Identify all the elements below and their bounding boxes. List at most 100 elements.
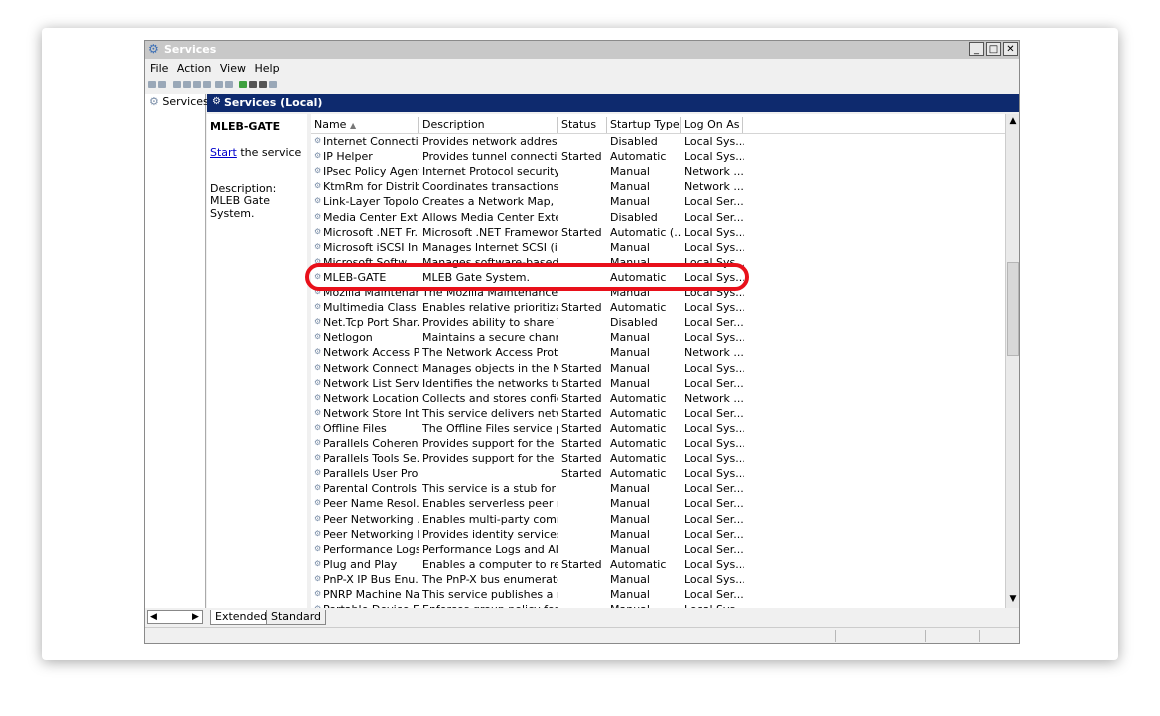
cell-startup-type: Manual bbox=[610, 512, 650, 526]
table-row[interactable]: ⚙ Parallels Coheren... Provides support fo… bbox=[311, 436, 1005, 451]
table-row[interactable]: ⚙Multimedia Class ...Enables relative pr… bbox=[311, 300, 1005, 315]
show-tree-icon[interactable] bbox=[183, 81, 191, 88]
scroll-right-icon[interactable]: ▶ bbox=[192, 611, 199, 623]
table-row[interactable]: ⚙ Parallels User Pro... Started Automatic Lo… bbox=[311, 466, 1005, 481]
start-service-icon[interactable] bbox=[239, 81, 247, 88]
table-row[interactable]: ⚙Network List ServiceIdentifies the netw… bbox=[311, 376, 1005, 391]
cell-name: Microsoft Softw... bbox=[323, 255, 417, 269]
status-divider bbox=[835, 630, 836, 642]
back-icon[interactable] bbox=[148, 81, 156, 88]
column-header-name[interactable]: Name ▲ bbox=[311, 117, 419, 133]
menu-action[interactable]: Action bbox=[177, 61, 211, 77]
cell-logon: Network ... bbox=[684, 391, 744, 405]
table-row[interactable]: ⚙Performance Logs...Performance Logs and… bbox=[311, 542, 1005, 557]
tree-horizontal-scrollbar[interactable]: ◀ ▶ bbox=[147, 610, 203, 624]
cell-name: Microsoft iSCSI Ini... bbox=[323, 240, 419, 254]
cell-description: Provides ability to share T... bbox=[422, 316, 558, 330]
table-row[interactable]: ⚙ Netlogon Maintains a secure chann... Manu… bbox=[311, 330, 1005, 345]
table-row[interactable]: ⚙ Offline Files The Offline Files service … bbox=[311, 421, 1005, 436]
cell-logon: Local Sys... bbox=[684, 602, 744, 608]
start-service-link[interactable]: Start bbox=[210, 146, 237, 159]
service-icon: ⚙ bbox=[314, 468, 322, 478]
vertical-scrollbar[interactable]: ▲ ▼ bbox=[1005, 114, 1019, 608]
service-icon: ⚙ bbox=[314, 377, 322, 387]
scroll-down-icon[interactable]: ▼ bbox=[1008, 594, 1018, 604]
cell-logon: Network ... bbox=[684, 346, 744, 360]
table-row[interactable]: ⚙Peer Networking I...Provides identity s… bbox=[311, 527, 1005, 542]
cell-startup-type: Automatic bbox=[610, 270, 667, 284]
up-icon[interactable] bbox=[173, 81, 181, 88]
table-row[interactable]: ⚙Microsoft iSCSI Ini...Manages Internet … bbox=[311, 240, 1005, 255]
table-row[interactable]: ⚙Plug and Play Enables a computer to rec.… bbox=[311, 557, 1005, 572]
cell-startup-type: Manual bbox=[610, 255, 650, 269]
table-row[interactable]: ⚙ Peer Networking ... Enables multi-party … bbox=[311, 512, 1005, 527]
tree-pane: ⚙ Services ( bbox=[145, 94, 217, 608]
cell-status: Started bbox=[561, 557, 602, 571]
tab-standard[interactable]: Standard bbox=[266, 610, 327, 625]
table-row[interactable]: ⚙ Parallels Tools Se... Provides support f… bbox=[311, 451, 1005, 466]
title-bar[interactable]: ⚙ Services _ □ ✕ bbox=[145, 41, 1019, 59]
scroll-up-icon[interactable]: ▲ bbox=[1008, 116, 1018, 126]
table-row[interactable]: ⚙ Parental Controls This service is a stub… bbox=[311, 481, 1005, 496]
cell-name: IP Helper bbox=[323, 150, 373, 164]
cell-startup-type: Manual bbox=[610, 542, 650, 556]
cell-description: Collects and stores config... bbox=[422, 391, 558, 405]
table-row[interactable]: ⚙ Peer Name Resol... Enables serverless pe… bbox=[311, 496, 1005, 511]
service-icon: ⚙ bbox=[314, 573, 322, 583]
table-row[interactable]: ⚙ IPsec Policy Agent Internet Protocol sec… bbox=[311, 164, 1005, 179]
scroll-left-icon[interactable]: ◀ bbox=[150, 611, 157, 623]
table-row[interactable]: ⚙IP Helper Provides tunnel connectivi...S… bbox=[311, 149, 1005, 164]
cell-description: Provides identity services ... bbox=[422, 527, 558, 541]
cell-description: The Mozilla Maintenance ... bbox=[422, 286, 558, 299]
table-row[interactable]: ⚙Network Connecti...Manages objects in t… bbox=[311, 361, 1005, 376]
cell-logon: Local Sys... bbox=[684, 361, 744, 375]
table-row[interactable]: ⚙ Network Access P... The Network Access P… bbox=[311, 345, 1005, 360]
export-icon[interactable] bbox=[203, 81, 211, 88]
table-row[interactable]: ⚙Portable Device E...Enforces group poli… bbox=[311, 602, 1005, 608]
properties-icon[interactable] bbox=[225, 81, 233, 88]
cell-logon: Network ... bbox=[684, 165, 744, 179]
table-row[interactable]: ⚙Network Location ...Collects and stores… bbox=[311, 391, 1005, 406]
service-icon: ⚙ bbox=[314, 483, 322, 493]
menu-view[interactable]: View bbox=[220, 61, 246, 77]
maximize-button[interactable]: □ bbox=[986, 42, 1001, 56]
table-row[interactable]: ⚙PNRP Machine Na...This service publishe… bbox=[311, 587, 1005, 602]
cell-name: Network Connecti... bbox=[323, 361, 419, 375]
table-row[interactable]: ⚙ Media Center Ext... Allows Media Center … bbox=[311, 210, 1005, 225]
column-header-startup[interactable]: Startup Type bbox=[607, 117, 681, 133]
table-row[interactable]: ⚙Mozilla Maintenan...The Mozilla Mainten… bbox=[311, 285, 1005, 300]
table-row[interactable]: ⚙ Net.Tcp Port Shar... Provides ability to… bbox=[311, 315, 1005, 330]
service-icon: ⚙ bbox=[314, 392, 322, 402]
table-row[interactable]: ⚙ MLEB-GATE MLEB Gate System. Automatic Loca… bbox=[311, 270, 1005, 285]
cell-startup-type: Automatic bbox=[610, 467, 667, 481]
restart-service-icon[interactable] bbox=[269, 81, 277, 88]
table-row[interactable]: ⚙ Link-Layer Topolo... Creates a Network M… bbox=[311, 194, 1005, 209]
menu-file[interactable]: File bbox=[150, 61, 168, 77]
table-row[interactable]: ⚙ Internet Connecti... Provides network ad… bbox=[311, 134, 1005, 149]
column-header-status[interactable]: Status bbox=[558, 117, 607, 133]
menu-help[interactable]: Help bbox=[254, 61, 279, 77]
table-row[interactable]: ⚙ Microsoft .NET Fr... Microsoft .NET Fram… bbox=[311, 225, 1005, 240]
close-button[interactable]: ✕ bbox=[1003, 42, 1018, 56]
cell-logon: Local Sys... bbox=[684, 270, 744, 284]
table-row[interactable]: ⚙ PnP-X IP Bus Enu... The PnP-X bus enumer… bbox=[311, 572, 1005, 587]
forward-icon[interactable] bbox=[158, 81, 166, 88]
scroll-thumb[interactable] bbox=[1007, 262, 1019, 356]
service-icon: ⚙ bbox=[314, 287, 322, 296]
service-icon: ⚙ bbox=[314, 302, 322, 312]
pause-service-icon[interactable] bbox=[259, 81, 267, 88]
column-header-description[interactable]: Description bbox=[419, 117, 558, 133]
cell-logon: Local Ser... bbox=[684, 588, 744, 601]
table-row[interactable]: ⚙Network Store Int...This service delive… bbox=[311, 406, 1005, 421]
stop-service-icon[interactable] bbox=[249, 81, 257, 88]
minimize-button[interactable]: _ bbox=[969, 42, 984, 56]
table-row[interactable]: ⚙ Microsoft Softw... Manages software-base… bbox=[311, 255, 1005, 270]
tab-extended[interactable]: Extended bbox=[210, 610, 273, 625]
cell-logon: Local Sys... bbox=[684, 421, 744, 435]
help-icon[interactable] bbox=[215, 81, 223, 88]
column-header-logon[interactable]: Log On As bbox=[681, 117, 743, 133]
table-row[interactable]: ⚙KtmRm for Distrib...Coordinates transac… bbox=[311, 179, 1005, 194]
refresh-icon[interactable] bbox=[193, 81, 201, 88]
cell-logon: Local Ser... bbox=[684, 376, 744, 390]
cell-logon: Local Sys... bbox=[684, 286, 744, 299]
